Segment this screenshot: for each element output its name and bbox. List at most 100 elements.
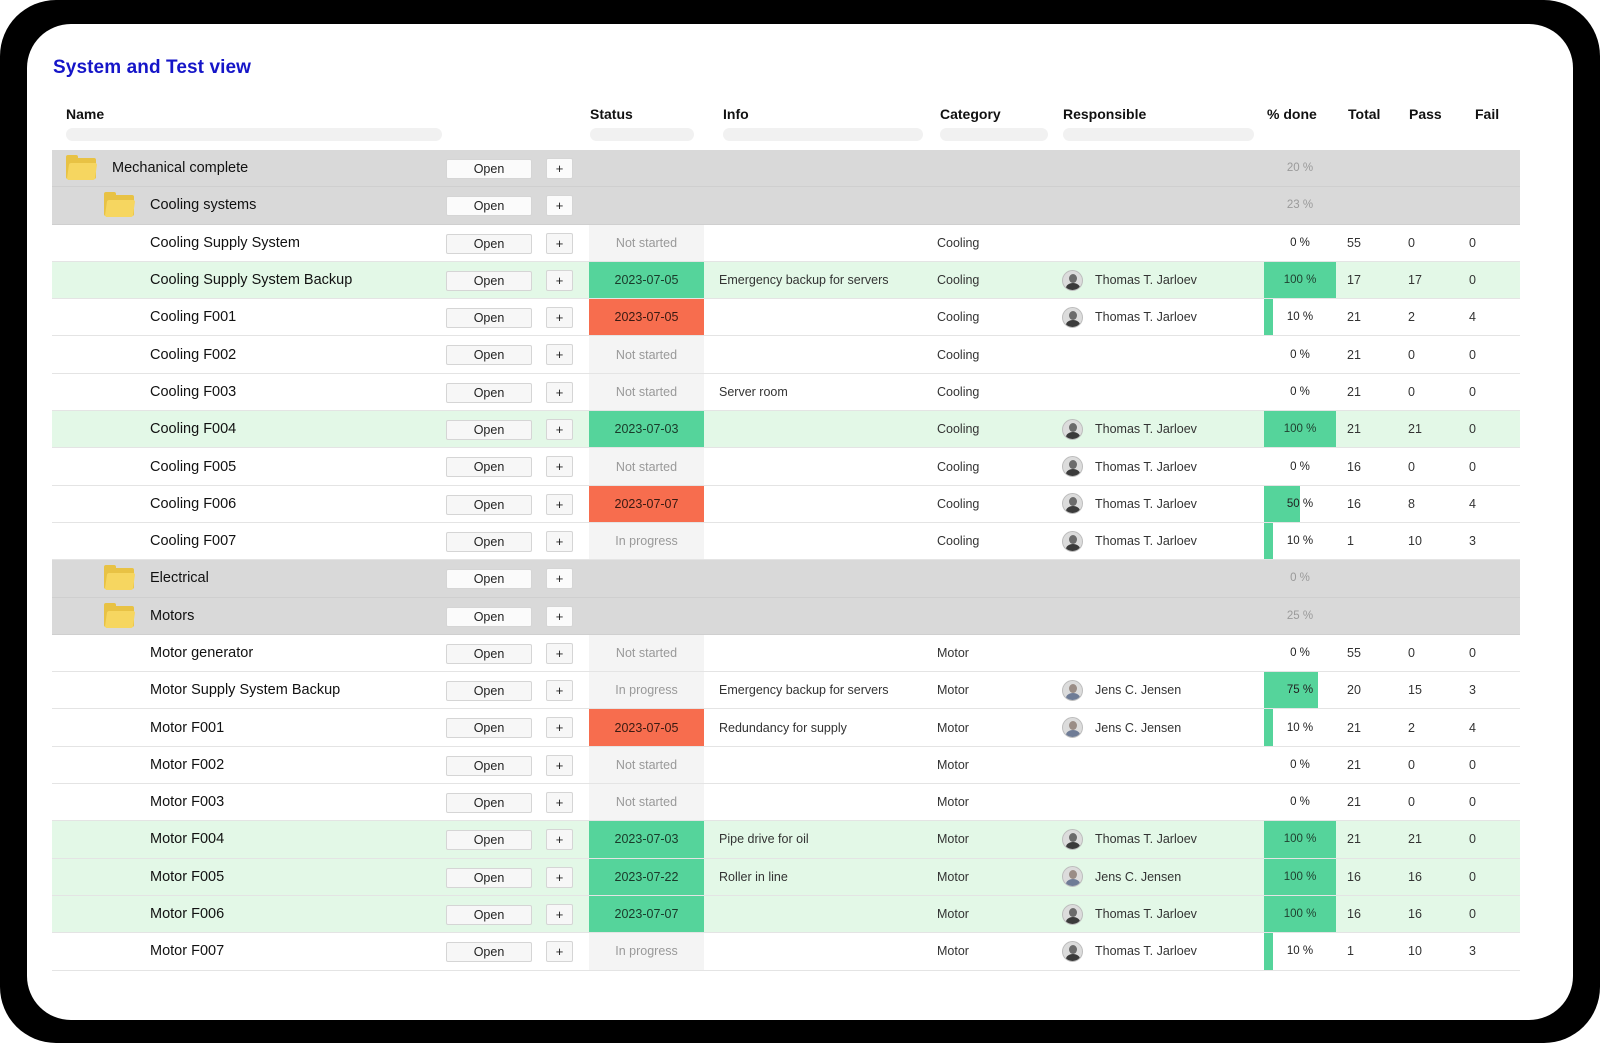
add-button[interactable]: + [546, 605, 573, 627]
add-button[interactable]: + [546, 456, 573, 478]
responsible-cell[interactable]: Jens C. Jensen [1062, 672, 1181, 708]
responsible-cell[interactable]: Thomas T. Jarloev [1062, 933, 1197, 969]
table-row[interactable]: Motor F003 Open + Not started Motor 0 % 21 0 0 [52, 784, 1520, 822]
group-row[interactable]: Cooling systems Open +23 % [52, 187, 1520, 225]
add-button[interactable]: + [546, 792, 573, 814]
table-row[interactable]: Cooling F003 Open + Not started Server room C… [52, 373, 1520, 412]
responsible-cell[interactable]: Thomas T. Jarloev [1062, 411, 1197, 447]
add-button[interactable]: + [546, 381, 573, 403]
add-button[interactable]: + [546, 829, 573, 851]
table-row[interactable]: Motor generator Open + Not started Motor 0 % 5… [52, 634, 1520, 673]
open-button[interactable]: Open [446, 270, 532, 291]
folder-icon[interactable] [104, 602, 136, 628]
open-button[interactable]: Open [446, 867, 532, 888]
open-button[interactable]: Open [446, 196, 532, 217]
table-row[interactable]: Motor Supply System Backup Open + In progre… [52, 672, 1520, 710]
open-button[interactable]: Open [446, 942, 532, 963]
responsible-cell[interactable]: Jens C. Jensen [1062, 709, 1181, 745]
add-button[interactable]: + [546, 158, 573, 179]
table-row[interactable]: Cooling F006 Open +2023-07-07 Cooling Thomas… [52, 485, 1520, 523]
group-row[interactable]: Electrical Open +0 % [52, 560, 1520, 598]
open-button[interactable]: Open [446, 345, 532, 366]
status-cell[interactable]: 2023-07-05 [589, 299, 704, 336]
status-cell[interactable]: Not started [589, 448, 704, 485]
status-cell[interactable]: Not started [589, 373, 704, 411]
add-button[interactable]: + [546, 642, 573, 664]
status-filter-input[interactable] [590, 128, 694, 141]
add-button[interactable]: + [546, 530, 573, 552]
open-button[interactable]: Open [446, 606, 532, 627]
column-header-responsible[interactable]: Responsible [1063, 106, 1146, 122]
table-row[interactable]: Cooling Supply System Backup Open +2023-07… [52, 261, 1520, 300]
column-header-name[interactable]: Name [66, 106, 104, 122]
open-button[interactable]: Open [446, 643, 532, 664]
status-cell[interactable]: 2023-07-05 [589, 261, 704, 299]
table-row[interactable]: Cooling F002 Open + Not started Cooling 0 % 21… [52, 336, 1520, 374]
responsible-cell[interactable]: Thomas T. Jarloev [1062, 821, 1197, 857]
status-cell[interactable]: In progress [589, 672, 704, 709]
add-button[interactable]: + [546, 568, 573, 590]
open-button[interactable]: Open [446, 793, 532, 814]
open-button[interactable]: Open [446, 718, 532, 739]
add-button[interactable]: + [546, 754, 573, 776]
open-button[interactable]: Open [446, 420, 532, 441]
open-button[interactable]: Open [446, 159, 532, 179]
folder-icon[interactable] [104, 192, 136, 218]
status-cell[interactable]: 2023-07-07 [589, 485, 704, 522]
status-cell[interactable]: 2023-07-03 [589, 821, 704, 858]
add-button[interactable]: + [546, 493, 573, 515]
status-cell[interactable]: Not started [589, 784, 704, 821]
responsible-cell[interactable]: Thomas T. Jarloev [1062, 448, 1197, 484]
status-cell[interactable]: Not started [589, 634, 704, 672]
table-row[interactable]: Cooling F001 Open +2023-07-05 Cooling Thomas… [52, 299, 1520, 337]
responsible-cell[interactable]: Thomas T. Jarloev [1062, 896, 1197, 932]
responsible-cell[interactable]: Thomas T. Jarloev [1062, 299, 1197, 335]
status-cell[interactable]: 2023-07-07 [589, 895, 704, 933]
table-row[interactable]: Cooling F007 Open + In progress Cooling Thoma… [52, 522, 1520, 561]
add-button[interactable]: + [546, 195, 573, 217]
open-button[interactable]: Open [446, 830, 532, 851]
name-filter-input[interactable] [66, 128, 442, 141]
status-cell[interactable]: In progress [589, 522, 704, 560]
add-button[interactable]: + [546, 419, 573, 441]
status-cell[interactable]: In progress [589, 933, 704, 970]
open-button[interactable]: Open [446, 755, 532, 776]
table-row[interactable]: Cooling F004 Open +2023-07-03 Cooling Thomas… [52, 411, 1520, 449]
category-filter-input[interactable] [940, 128, 1048, 141]
add-button[interactable]: + [546, 866, 573, 888]
folder-icon[interactable] [104, 565, 136, 591]
status-cell[interactable]: Not started [589, 224, 704, 261]
open-button[interactable]: Open [446, 308, 532, 329]
status-cell[interactable]: 2023-07-22 [589, 858, 704, 895]
column-header-category[interactable]: Category [940, 106, 1001, 122]
responsible-cell[interactable]: Thomas T. Jarloev [1062, 486, 1197, 522]
add-button[interactable]: + [546, 941, 573, 963]
status-cell[interactable]: 2023-07-05 [589, 709, 704, 746]
open-button[interactable]: Open [446, 904, 532, 925]
responsible-cell[interactable]: Jens C. Jensen [1062, 859, 1181, 895]
responsible-cell[interactable]: Thomas T. Jarloev [1062, 262, 1197, 298]
group-row[interactable]: Motors Open +25 % [52, 597, 1520, 635]
table-row[interactable]: Cooling F005 Open + Not started Cooling Thoma… [52, 448, 1520, 486]
open-button[interactable]: Open [446, 382, 532, 403]
responsible-filter-input[interactable] [1063, 128, 1254, 141]
table-row[interactable]: Motor F005 Open +2023-07-22 Roller in line M… [52, 858, 1520, 896]
column-header-status[interactable]: Status [590, 106, 633, 122]
folder-icon[interactable] [66, 155, 98, 180]
open-button[interactable]: Open [446, 569, 532, 590]
responsible-cell[interactable]: Thomas T. Jarloev [1062, 523, 1197, 559]
add-button[interactable]: + [546, 680, 573, 702]
column-header-fail[interactable]: Fail [1475, 106, 1499, 122]
open-button[interactable]: Open [446, 531, 532, 552]
group-row[interactable]: Mechanical complete Open +20 % [52, 150, 1520, 188]
status-cell[interactable]: 2023-07-03 [589, 411, 704, 448]
status-cell[interactable]: Not started [589, 746, 704, 784]
add-button[interactable]: + [546, 269, 573, 291]
add-button[interactable]: + [546, 344, 573, 366]
open-button[interactable]: Open [446, 681, 532, 702]
column-header-pass[interactable]: Pass [1409, 106, 1442, 122]
column-header-pct-done[interactable]: % done [1267, 106, 1317, 122]
open-button[interactable]: Open [446, 457, 532, 478]
table-row[interactable]: Motor F004 Open +2023-07-03 Pipe drive for … [52, 821, 1520, 859]
open-button[interactable]: Open [446, 494, 532, 515]
